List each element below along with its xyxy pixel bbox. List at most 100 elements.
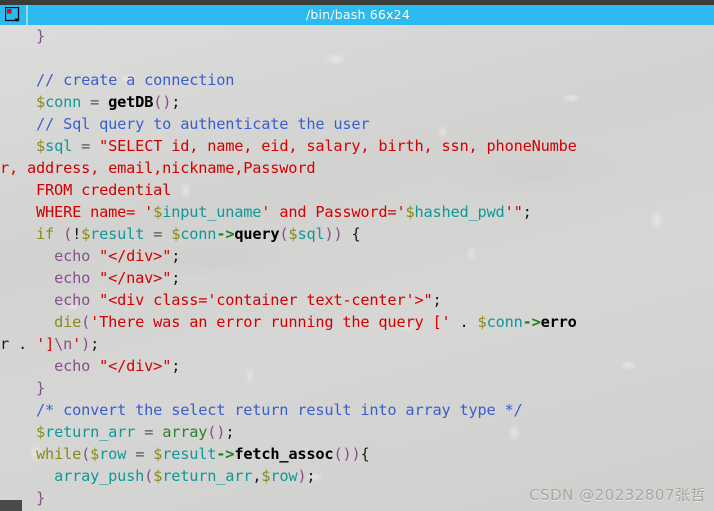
- code-token: WHERE name= ': [0, 203, 154, 221]
- code-token: ,: [252, 467, 262, 485]
- code-token: $: [36, 423, 46, 441]
- code-token: !: [72, 225, 82, 243]
- code-token: // Sql query to authenticate the user: [36, 115, 370, 133]
- code-token: $: [81, 225, 91, 243]
- code-token: }: [36, 379, 46, 397]
- code-token: ->: [216, 445, 235, 463]
- code-token: (: [63, 225, 73, 243]
- code-line: // Sql query to authenticate the user: [0, 113, 714, 135]
- code-line: echo "<div class='container text-center'…: [0, 289, 714, 311]
- code-token: {: [351, 225, 361, 243]
- code-line: echo "</nav>";: [0, 267, 714, 289]
- code-token: =: [153, 225, 163, 243]
- code-token: getDB: [108, 93, 154, 111]
- code-token: array: [162, 423, 208, 441]
- code-token: (: [81, 313, 91, 331]
- code-token: $: [261, 467, 271, 485]
- code-token: ;: [306, 467, 316, 485]
- code-line: r, address, email,nickname,Password: [0, 157, 714, 179]
- code-token: "<div class='container text-center'>": [99, 291, 433, 309]
- code-token: "</div>": [99, 247, 172, 265]
- code-token: ->: [216, 225, 235, 243]
- code-token: r, address, email,nickname,Password: [0, 159, 316, 177]
- code-line: if (!$result = $conn->query($sql)) {: [0, 223, 714, 245]
- code-token: array_push: [54, 467, 145, 485]
- window-panes-icon: [5, 7, 21, 23]
- window-menu-button[interactable]: [0, 5, 26, 25]
- code-token: ()): [333, 445, 361, 463]
- code-token: .: [18, 335, 28, 353]
- code-token: echo: [54, 291, 91, 309]
- code-token: $: [153, 467, 163, 485]
- code-token: // create a connection: [36, 71, 235, 89]
- code-line: r . ']\n');: [0, 333, 714, 355]
- code-token: =: [90, 93, 100, 111]
- code-token: ;: [171, 269, 181, 287]
- code-token: )): [324, 225, 343, 243]
- code-token: sql: [297, 225, 325, 243]
- code-line: /* convert the select return result into…: [0, 399, 714, 421]
- code-line: WHERE name= '$input_uname' and Password=…: [0, 201, 714, 223]
- code-line: FROM credential: [0, 179, 714, 201]
- code-token: echo: [54, 247, 91, 265]
- code-line: die('There was an error running the quer…: [0, 311, 714, 333]
- code-token: "SELECT id, name, eid, salary, birth, ss…: [99, 137, 577, 155]
- code-line: echo "</div>";: [0, 355, 714, 377]
- code-line: }: [0, 487, 714, 509]
- screen: /bin/bash 66x24 } // create a connection…: [0, 0, 714, 511]
- code-token: ;: [225, 423, 235, 441]
- code-line: echo "</div>";: [0, 245, 714, 267]
- terminal-code-content: } // create a connection $conn = getDB()…: [0, 25, 714, 509]
- code-token: }: [36, 27, 46, 45]
- code-token: conn: [486, 313, 523, 331]
- code-token: $: [171, 225, 181, 243]
- code-token: $: [153, 445, 163, 463]
- code-token: input_uname: [162, 203, 262, 221]
- code-token: row: [99, 445, 127, 463]
- code-token: $: [90, 445, 100, 463]
- code-token: (): [207, 423, 226, 441]
- code-token: row: [270, 467, 298, 485]
- code-token: ->: [522, 313, 541, 331]
- code-token: fetch_assoc: [234, 445, 334, 463]
- code-token: ;: [171, 357, 181, 375]
- code-token: ;: [432, 291, 442, 309]
- code-token: =: [144, 423, 154, 441]
- code-token: return_arr: [45, 423, 136, 441]
- code-token: /* convert the select return result into…: [36, 401, 523, 419]
- code-token: while: [36, 445, 82, 463]
- code-token: ;: [171, 93, 181, 111]
- code-line: $conn = getDB();: [0, 91, 714, 113]
- code-token: (): [153, 93, 172, 111]
- terminal-viewport[interactable]: } // create a connection $conn = getDB()…: [0, 25, 714, 511]
- code-token: ;: [522, 203, 532, 221]
- titlebar-divider: [26, 5, 28, 25]
- code-token: die: [54, 313, 82, 331]
- window-titlebar[interactable]: /bin/bash 66x24: [0, 5, 714, 25]
- code-token: '": [504, 203, 523, 221]
- code-line: // create a connection: [0, 69, 714, 91]
- code-line: while($row = $result->fetch_assoc()){: [0, 443, 714, 465]
